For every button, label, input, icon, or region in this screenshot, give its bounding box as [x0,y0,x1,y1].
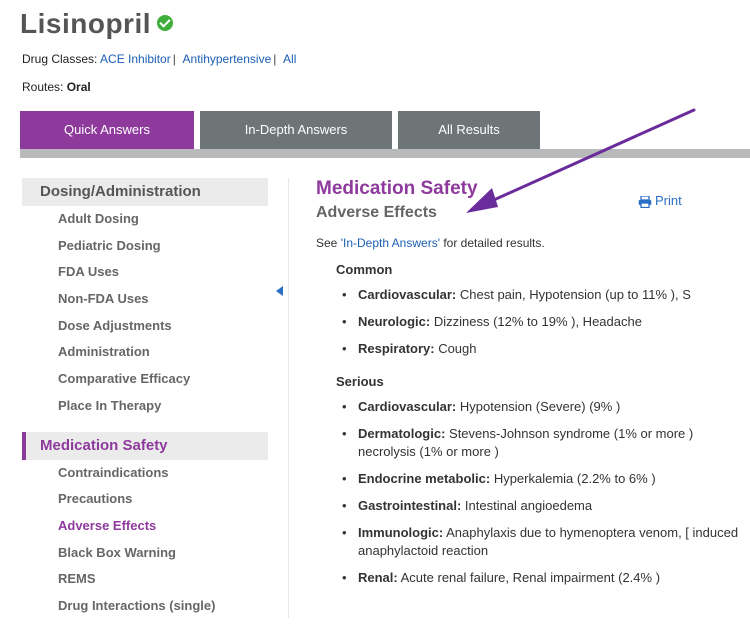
effect-label: Dermatologic: [358,426,446,441]
list-item: Endocrine metabolic: Hyperkalemia (2.2% … [316,470,750,488]
list-item: Immunologic: Anaphylaxis due to hymenopt… [316,524,750,560]
routes-value: Oral [66,80,91,94]
nav-item-adverse-effects[interactable]: Adverse Effects [22,513,268,540]
effect-label: Cardiovascular: [358,399,457,414]
tab-bar: Quick Answers In-Depth Answers All Resul… [20,111,546,156]
nav-item-place-in-therapy[interactable]: Place In Therapy [22,393,268,420]
effect-text: Intestinal angioedema [461,498,593,513]
nav-item-drug-interactions-single[interactable]: Drug Interactions (single) [22,593,268,620]
effect-label: Respiratory: [358,341,435,356]
class-separator: | [172,52,176,66]
serious-heading: Serious [336,374,384,389]
list-item: Gastrointestinal: Intestinal angioedema [316,497,750,515]
list-item: Neurologic: Dizziness (12% to 19% ), Hea… [316,313,750,331]
routes-label: Routes: [22,80,64,94]
tab-all-results[interactable]: All Results [398,111,540,149]
see-prefix: See [316,236,341,250]
tab-quick-answers[interactable]: Quick Answers [20,111,194,156]
nav-item-contraindications[interactable]: Contraindications [22,460,268,487]
in-depth-answers-link[interactable]: 'In-Depth Answers' [341,236,440,250]
tab-in-depth-answers[interactable]: In-Depth Answers [200,111,392,149]
effect-text: Chest pain, Hypotension (up to 11% ), S [456,287,691,302]
list-item: Cardiovascular: Hypotension (Severe) (9%… [316,398,750,416]
effect-text: Acute renal failure, Renal impairment (2… [397,570,661,585]
class-link-ace-inhibitor[interactable]: ACE Inhibitor [100,52,171,66]
tab-underline-bar [20,149,750,158]
list-item: Renal: Acute renal failure, Renal impair… [316,569,750,587]
effect-label: Gastrointestinal: [358,498,462,513]
see-suffix: for detailed results. [439,236,545,250]
drug-classes: Drug Classes: ACE Inhibitor | Antihyperte… [22,52,296,66]
effect-text: Dizziness (12% to 19% ), Headache [430,314,642,329]
routes: Routes: Oral [22,80,91,94]
print-label: Print [655,193,682,208]
sidebar-nav: Dosing/Administration Adult Dosing Pedia… [22,178,268,620]
effect-text: Hypotension (Severe) (9% ) [456,399,621,414]
list-item: Dermatologic: Stevens-Johnson syndrome (… [316,425,750,461]
nav-item-administration[interactable]: Administration [22,339,268,366]
collapse-sidebar-arrow-icon[interactable] [276,286,283,296]
section-subtitle: Adverse Effects [316,204,437,221]
list-item: Respiratory: Cough [316,340,750,358]
effect-label: Neurologic: [358,314,431,329]
effect-label: Renal: [358,570,398,585]
drug-name: Lisinopril [20,8,151,39]
see-in-depth-note: See 'In-Depth Answers' for detailed resu… [316,236,750,254]
printer-icon [638,194,652,208]
print-button[interactable]: Print [638,193,682,208]
nav-item-non-fda-uses[interactable]: Non-FDA Uses [22,286,268,313]
nav-item-black-box-warning[interactable]: Black Box Warning [22,540,268,567]
verified-check-icon [157,14,173,31]
nav-section-medication-safety[interactable]: Medication Safety [22,431,268,460]
class-separator: | [273,52,277,66]
class-link-all[interactable]: All [283,52,296,66]
nav-item-dose-adjustments[interactable]: Dose Adjustments [22,313,268,340]
nav-item-precautions[interactable]: Precautions [22,486,268,513]
drug-classes-label: Drug Classes: [22,52,98,66]
common-heading: Common [336,262,393,277]
effect-label: Cardiovascular: [358,287,457,302]
effect-label: Immunologic: [358,525,444,540]
effect-text: Hyperkalemia (2.2% to 6% ) [490,471,656,486]
common-effects-list: Cardiovascular: Chest pain, Hypotension … [316,286,750,358]
nav-item-pediatric-dosing[interactable]: Pediatric Dosing [22,233,268,260]
class-link-antihypertensive[interactable]: Antihypertensive [183,52,272,66]
nav-item-fda-uses[interactable]: FDA Uses [22,259,268,286]
effect-text: Cough [434,341,477,356]
nav-item-adult-dosing[interactable]: Adult Dosing [22,206,268,233]
sidebar-divider [288,178,289,618]
drug-title: Lisinopril [20,8,173,40]
main-content: Medication Safety Adverse Effects Print … [316,178,750,587]
nav-item-rems[interactable]: REMS [22,566,268,593]
section-title: Medication Safety [316,178,478,199]
serious-effects-list: Cardiovascular: Hypotension (Severe) (9%… [316,398,750,587]
nav-section-dosing-administration[interactable]: Dosing/Administration [22,178,268,206]
nav-item-comparative-efficacy[interactable]: Comparative Efficacy [22,366,268,393]
effect-label: Endocrine metabolic: [358,471,491,486]
list-item: Cardiovascular: Chest pain, Hypotension … [316,286,750,304]
